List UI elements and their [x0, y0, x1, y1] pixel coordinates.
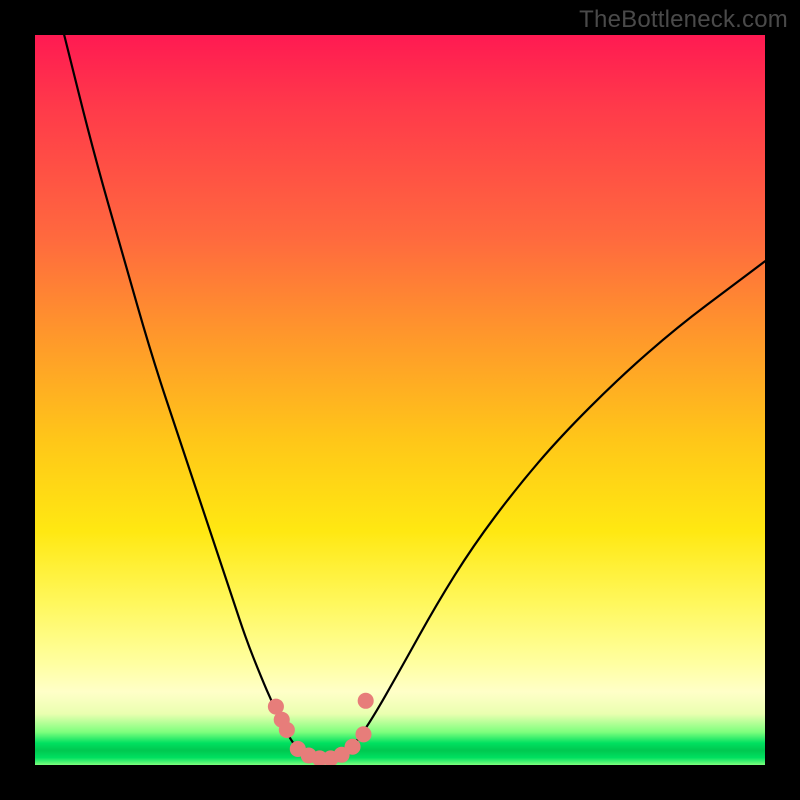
chart-frame: TheBottleneck.com [0, 0, 800, 800]
minimum-marker-dot [355, 726, 371, 742]
minimum-marker-dot [279, 722, 295, 738]
plot-area [35, 35, 765, 765]
watermark-text: TheBottleneck.com [579, 6, 788, 34]
bottleneck-path [64, 35, 765, 758]
bottleneck-curve [35, 35, 765, 765]
minimum-marker-dot [358, 693, 374, 709]
minimum-marker-dot [345, 739, 361, 755]
